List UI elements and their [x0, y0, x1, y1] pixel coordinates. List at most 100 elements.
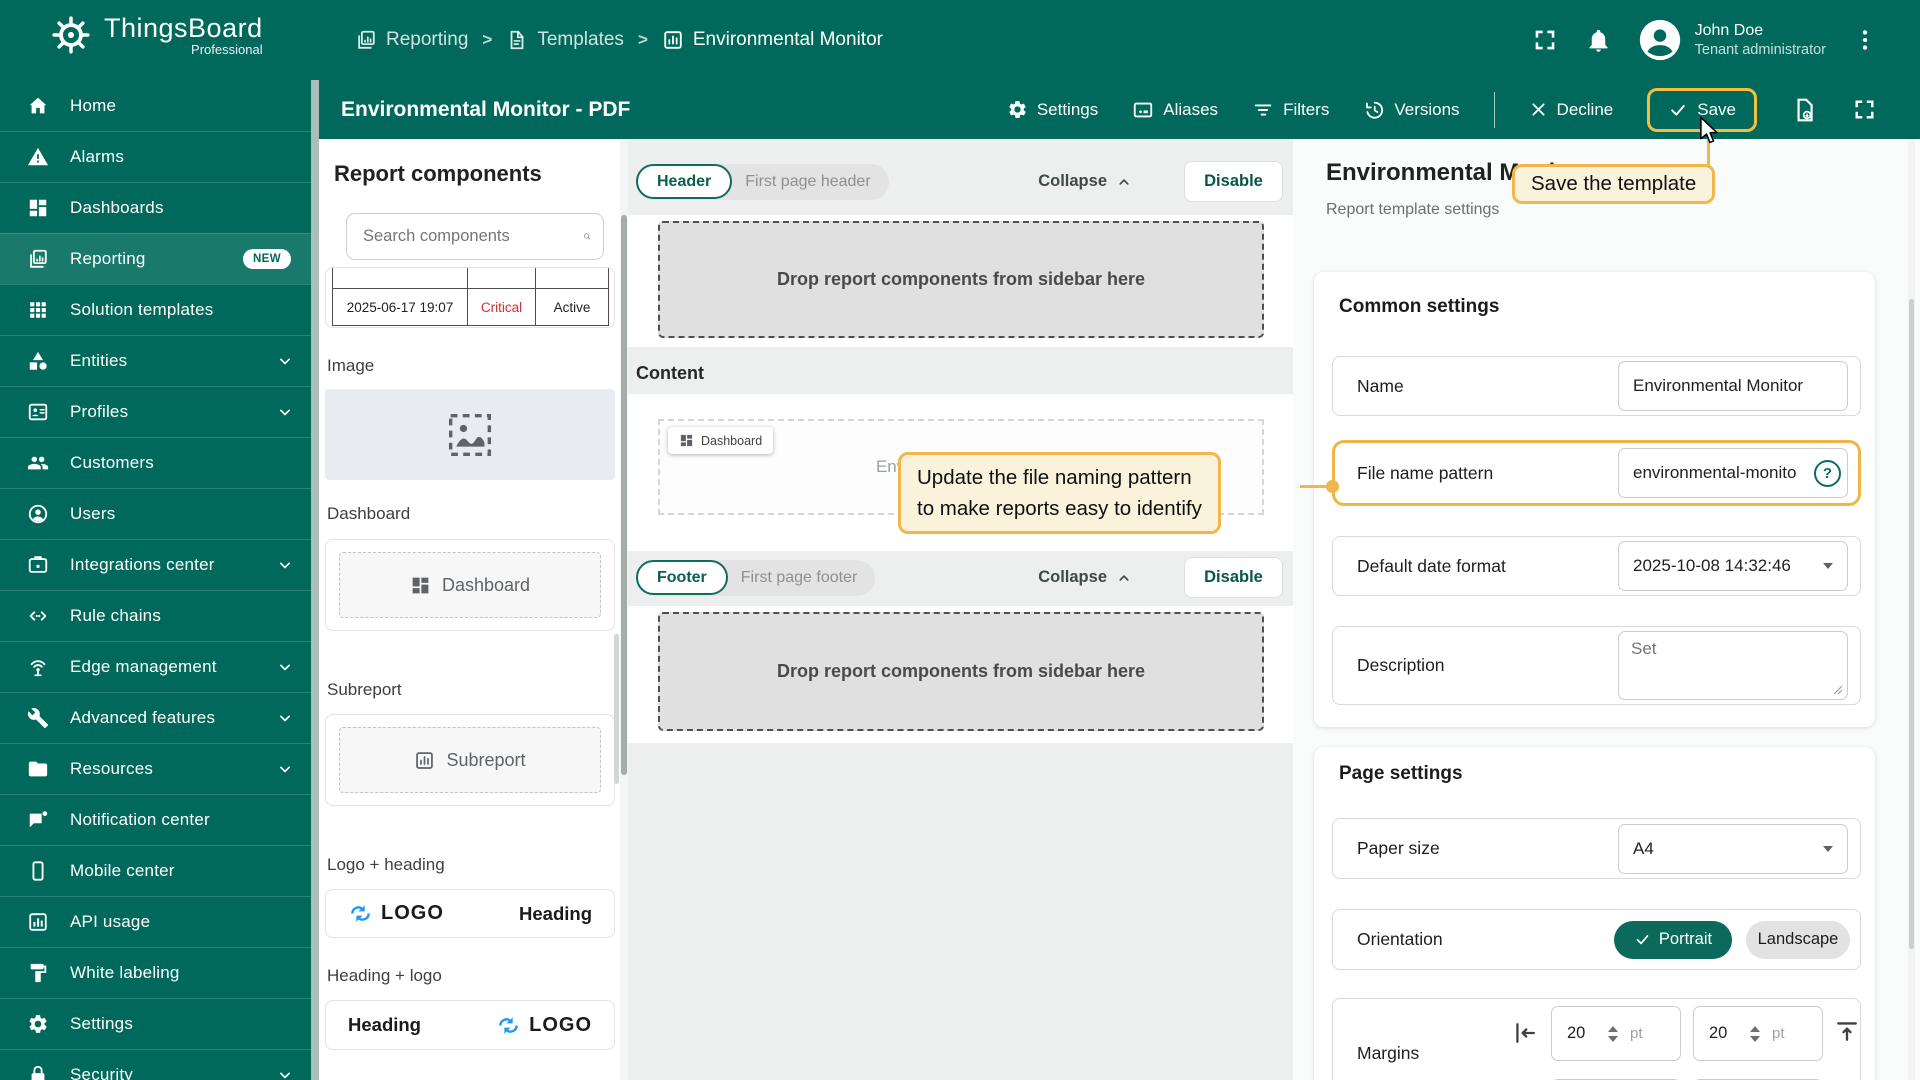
brand-name: ThingsBoard — [104, 13, 263, 43]
chevron-down-icon[interactable] — [275, 402, 295, 422]
breadcrumb-environmental-monitor[interactable]: Environmental Monitor — [662, 29, 883, 51]
chevron-down-icon[interactable] — [275, 657, 295, 677]
sidebar-item-entities[interactable]: Entities — [0, 335, 311, 386]
search-input[interactable] — [363, 227, 583, 246]
margin-unit: pt — [1630, 1025, 1643, 1042]
versions-button[interactable]: Versions — [1363, 99, 1459, 121]
landscape-toggle[interactable]: Landscape — [1746, 921, 1850, 959]
sidebar-item-rule-chains[interactable]: Rule chains — [0, 590, 311, 641]
margin-top-right-field[interactable]: pt — [1693, 1006, 1823, 1061]
footer-chip[interactable]: Footer — [636, 560, 728, 595]
user-menu[interactable]: John Doe Tenant administrator — [1638, 18, 1826, 62]
dashboard-component[interactable]: Dashboard — [325, 539, 615, 631]
folder-icon — [27, 758, 49, 780]
sidebar-item-integrations-center[interactable]: Integrations center — [0, 539, 311, 590]
breadcrumb-templates[interactable]: Templates — [506, 29, 624, 51]
sidebar-item-dashboards[interactable]: Dashboards — [0, 182, 311, 233]
fullscreen-icon[interactable] — [1531, 26, 1559, 54]
sidebar-item-profiles[interactable]: Profiles — [0, 386, 311, 437]
header-dropzone[interactable]: Drop report components from sidebar here — [658, 221, 1264, 338]
sidebar-item-resources[interactable]: Resources — [0, 743, 311, 794]
description-textarea[interactable] — [1631, 639, 1835, 692]
dashboards-icon — [27, 197, 49, 219]
components-search[interactable] — [346, 213, 604, 260]
footer-dropzone[interactable]: Drop report components from sidebar here — [658, 612, 1264, 731]
chevron-down-icon[interactable] — [275, 351, 295, 371]
resize-handle[interactable] — [1833, 685, 1843, 695]
chevron-down-icon[interactable] — [275, 1065, 295, 1080]
margin-unit: pt — [1772, 1025, 1785, 1042]
subreport-component[interactable]: Subreport — [325, 714, 615, 806]
sidebar-item-mobile-center[interactable]: Mobile center — [0, 845, 311, 896]
chevron-down-icon[interactable] — [275, 759, 295, 779]
header-subtitle[interactable]: First page header — [745, 173, 870, 191]
components-scrollbar-thumb[interactable] — [614, 634, 619, 784]
name-field[interactable] — [1618, 361, 1848, 411]
chevron-down-icon[interactable] — [275, 555, 295, 575]
date-format-select[interactable]: 2025-10-08 14:32:46 — [1618, 541, 1848, 591]
margin-input[interactable] — [1694, 1024, 1750, 1043]
settings-scrollbar-thumb[interactable] — [1909, 299, 1914, 949]
alarms-table-component[interactable]: 2025-06-17 19:07 Critical Active — [325, 267, 615, 328]
header-collapse-button[interactable]: Collapse — [1038, 172, 1133, 191]
sidebar-item-api-usage[interactable]: API usage — [0, 896, 311, 947]
report-editor-canvas: Header First page header Collapse Disabl… — [628, 139, 1293, 1080]
decline-button[interactable]: Decline — [1529, 100, 1614, 120]
sidebar-item-security[interactable]: Security — [0, 1049, 311, 1080]
kebab-menu-icon[interactable] — [1852, 27, 1878, 53]
gear-icon — [1007, 99, 1028, 120]
margin-input[interactable] — [1552, 1024, 1608, 1043]
paper-size-select[interactable]: A4 — [1618, 824, 1848, 874]
notifications-bell-icon[interactable] — [1585, 27, 1612, 54]
edge-antenna-icon — [27, 656, 49, 678]
dashboard-icon — [679, 433, 694, 448]
portrait-toggle[interactable]: Portrait — [1614, 921, 1732, 959]
file-pattern-input[interactable] — [1633, 463, 1814, 483]
image-component[interactable] — [325, 389, 615, 480]
logo-heading-component[interactable]: LOGO Heading — [325, 889, 615, 938]
margin-stepper[interactable] — [1608, 1026, 1618, 1042]
header-chip[interactable]: Header — [636, 164, 732, 199]
dashboard-chip[interactable]: Dashboard — [668, 427, 773, 454]
file-pattern-field[interactable]: ? — [1618, 448, 1848, 498]
header-disable-button[interactable]: Disable — [1184, 161, 1283, 202]
sidebar-item-edge-management[interactable]: Edge management — [0, 641, 311, 692]
breadcrumb-reporting[interactable]: Reporting — [355, 29, 468, 51]
sidebar-item-advanced-features[interactable]: Advanced features — [0, 692, 311, 743]
sidebar-item-solution-templates[interactable]: Solution templates — [0, 284, 311, 335]
margin-stepper[interactable] — [1750, 1026, 1760, 1042]
sidebar-item-notification-center[interactable]: Notification center — [0, 794, 311, 845]
thingsboard-logo[interactable]: ThingsBoard Professional — [48, 12, 263, 58]
sidebar-item-reporting[interactable]: Reporting NEW — [0, 233, 311, 284]
aliases-button[interactable]: Aliases — [1132, 99, 1218, 121]
generate-report-icon[interactable] — [1791, 97, 1817, 123]
canvas-scrollbar[interactable] — [620, 139, 628, 1080]
margin-top-icon — [1833, 1017, 1861, 1045]
filters-button[interactable]: Filters — [1252, 99, 1329, 121]
sidebar-item-alarms[interactable]: Alarms — [0, 131, 311, 182]
sidebar-scrollbar[interactable] — [311, 80, 319, 1080]
brand-edition: Professional — [191, 43, 263, 57]
chevron-down-icon[interactable] — [275, 708, 295, 728]
footer-collapse-button[interactable]: Collapse — [1038, 568, 1133, 587]
canvas-scrollbar-thumb[interactable] — [621, 215, 627, 775]
footer-disable-button[interactable]: Disable — [1184, 557, 1283, 598]
sidebar-item-settings[interactable]: Settings — [0, 998, 311, 1049]
sidebar-item-home[interactable]: Home — [0, 80, 311, 131]
settings-button[interactable]: Settings — [1007, 99, 1098, 120]
description-field[interactable] — [1618, 631, 1848, 700]
heading-logo-component[interactable]: Heading LOGO — [325, 1000, 615, 1050]
settings-scrollbar[interactable] — [1908, 139, 1915, 1080]
margins-row: Margins pt pt — [1332, 998, 1861, 1080]
help-icon[interactable]: ? — [1814, 460, 1841, 487]
sidebar-item-users[interactable]: Users — [0, 488, 311, 539]
save-tooltip: Save the template — [1512, 164, 1715, 204]
reporting-icon — [355, 29, 377, 51]
paper-size-row: Paper size A4 — [1332, 818, 1861, 879]
footer-subtitle[interactable]: First page footer — [741, 569, 858, 587]
sidebar-item-white-labeling[interactable]: White labeling — [0, 947, 311, 998]
name-input[interactable] — [1633, 376, 1833, 396]
margin-top-left-field[interactable]: pt — [1551, 1006, 1681, 1061]
sidebar-item-customers[interactable]: Customers — [0, 437, 311, 488]
expand-fullscreen-icon[interactable] — [1851, 96, 1878, 123]
